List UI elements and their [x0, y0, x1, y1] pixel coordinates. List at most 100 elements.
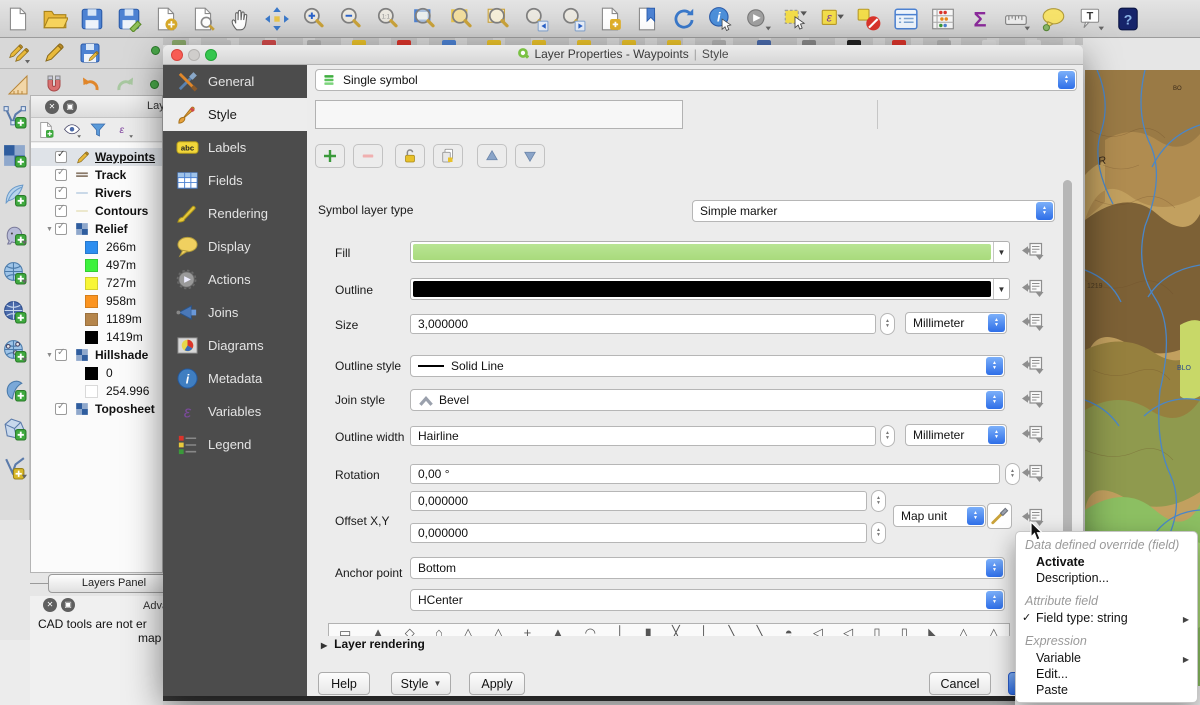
zoom-in-icon[interactable] [301, 6, 327, 32]
layer-row-contours[interactable]: ▼Contours [31, 202, 162, 220]
outline-color-button[interactable]: ▼ [410, 278, 1010, 300]
add-symbol-layer-button[interactable] [315, 144, 345, 168]
legend-class-row[interactable]: ▼266m [31, 238, 162, 256]
add-postgis-layer-icon[interactable] [2, 221, 27, 246]
add-mssql-layer-icon[interactable] [2, 299, 27, 324]
tab-labels[interactable]: abcLabels [163, 131, 307, 164]
preset-symbol[interactable]: △ [493, 624, 503, 636]
legend-class-row[interactable]: ▼727m [31, 274, 162, 292]
expander-icon[interactable]: ▼ [44, 226, 55, 233]
tab-variables[interactable]: εVariables [163, 395, 307, 428]
statistical-summary-icon[interactable]: Σ [967, 6, 993, 32]
new-shapefile-layer-icon[interactable] [2, 416, 27, 441]
tab-style[interactable]: Style [163, 98, 307, 131]
layer-row-toposheet[interactable]: ▼Toposheet [31, 400, 162, 418]
undock-panel-icon[interactable]: ▣ [61, 598, 75, 612]
preset-symbol[interactable]: ▯ [873, 624, 880, 636]
open-project-icon[interactable] [42, 6, 68, 32]
new-virtual-layer-icon[interactable] [2, 455, 27, 480]
new-bookmark-icon[interactable] [597, 6, 623, 32]
filter-legend-icon[interactable] [89, 121, 107, 139]
fill-color-button[interactable]: ▼ [410, 241, 1010, 263]
menu-item-paste[interactable]: Paste [1016, 682, 1197, 698]
layer-visibility-checkbox[interactable] [55, 349, 67, 361]
pan-map-icon[interactable] [227, 6, 253, 32]
close-window-icon[interactable] [171, 49, 183, 61]
layer-visibility-checkbox[interactable] [55, 205, 67, 217]
symbol-layer-type-select[interactable]: Simple marker [692, 200, 1055, 222]
legend-class-row[interactable]: ▼1189m [31, 310, 162, 328]
size-unit-select[interactable]: Millimeter [905, 312, 1007, 334]
zoom-full-icon[interactable] [412, 6, 438, 32]
identify-features-icon[interactable]: i [708, 6, 734, 32]
open-attribute-table-icon[interactable] [893, 6, 919, 32]
preset-symbol[interactable]: ╲ [757, 624, 765, 636]
zoom-to-layer-icon[interactable] [449, 6, 475, 32]
save-project-icon[interactable] [79, 6, 105, 32]
close-panel-icon[interactable]: ✕ [45, 100, 59, 114]
legend-class-row[interactable]: ▼958m [31, 292, 162, 310]
show-bookmarks-icon[interactable] [634, 6, 660, 32]
add-wms-layer-icon[interactable] [2, 338, 27, 363]
add-group-icon[interactable] [37, 121, 55, 139]
join-style-select[interactable]: Bevel [410, 389, 1005, 411]
preset-symbol[interactable]: ◠ [585, 624, 596, 636]
expression-filter-icon[interactable]: ε [115, 121, 133, 139]
redo-icon[interactable] [114, 73, 138, 97]
snapping-icon[interactable] [42, 73, 66, 97]
preset-symbol[interactable]: △ [989, 624, 999, 636]
refresh-icon[interactable] [671, 6, 697, 32]
preset-symbol[interactable]: ◓ [785, 624, 793, 636]
deselect-features-icon[interactable] [856, 6, 882, 32]
size-input[interactable]: 3,000000 [410, 314, 876, 334]
layer-row-waypoints[interactable]: ▼Waypoints [31, 148, 162, 166]
preset-symbol[interactable]: ◁ [813, 624, 823, 636]
help-contents-icon[interactable]: ? [1115, 6, 1141, 32]
legend-class-row[interactable]: ▼1419m [31, 328, 162, 346]
outline-width-stepper[interactable] [880, 425, 895, 447]
layer-rendering-section[interactable]: Layer rendering [321, 637, 425, 651]
preset-symbol[interactable]: ▲ [551, 624, 564, 636]
layer-visibility-checkbox[interactable] [55, 223, 67, 235]
tab-diagrams[interactable]: Diagrams [163, 329, 307, 362]
layer-visibility-checkbox[interactable] [55, 151, 67, 163]
preset-symbol[interactable]: │ [616, 624, 624, 636]
measure-line-icon[interactable] [1004, 6, 1030, 32]
style-menu-button[interactable]: Style▼ [391, 672, 451, 695]
add-vector-layer-icon[interactable] [2, 104, 27, 129]
add-raster-layer-icon[interactable] [2, 143, 27, 168]
preset-symbol[interactable]: ▯ [901, 624, 908, 636]
select-features-icon[interactable] [782, 6, 808, 32]
chevron-down-icon[interactable]: ▼ [993, 242, 1009, 262]
pan-to-selection-icon[interactable] [264, 6, 290, 32]
menu-item-variable[interactable]: Variable▶ [1016, 650, 1197, 666]
move-up-button[interactable] [477, 144, 507, 168]
outline-width-unit-select[interactable]: Millimeter [905, 424, 1007, 446]
add-delimited-text-layer-icon[interactable] [2, 182, 27, 207]
preset-symbol[interactable]: ▮ [645, 624, 652, 636]
zoom-native-icon[interactable]: 1:1 [375, 6, 401, 32]
legend-class-row[interactable]: ▼497m [31, 256, 162, 274]
outline-data-defined-override-button[interactable] [1021, 278, 1045, 298]
layer-row-hillshade[interactable]: ▼Hillshade [31, 346, 162, 364]
legend-class-row[interactable]: ▼0 [31, 364, 162, 382]
new-project-icon[interactable] [5, 6, 31, 32]
join-style-data-defined-override-button[interactable] [1021, 389, 1045, 409]
layer-row-track[interactable]: ▼Track [31, 166, 162, 184]
preset-symbol[interactable]: △ [958, 624, 968, 636]
tab-actions[interactable]: Actions [163, 263, 307, 296]
select-by-expression-icon[interactable]: ε [819, 6, 845, 32]
dialog-title-bar[interactable]: Layer Properties - Waypoints|Style [163, 45, 1083, 65]
symbol-layers-tree[interactable] [315, 100, 683, 129]
cad-tools-icon[interactable] [6, 73, 30, 97]
legend-class-row[interactable]: ▼254.996 [31, 382, 162, 400]
tab-legend[interactable]: Legend [163, 428, 307, 461]
undo-icon[interactable] [78, 73, 102, 97]
remove-symbol-layer-button[interactable] [353, 144, 383, 168]
lock-color-button[interactable] [395, 144, 425, 168]
size-data-defined-override-button[interactable] [1021, 312, 1045, 332]
save-project-as-icon[interactable] [116, 6, 142, 32]
field-calculator-icon[interactable] [930, 6, 956, 32]
add-spatialite-layer-icon[interactable] [2, 260, 27, 285]
cancel-button[interactable]: Cancel [929, 672, 991, 695]
